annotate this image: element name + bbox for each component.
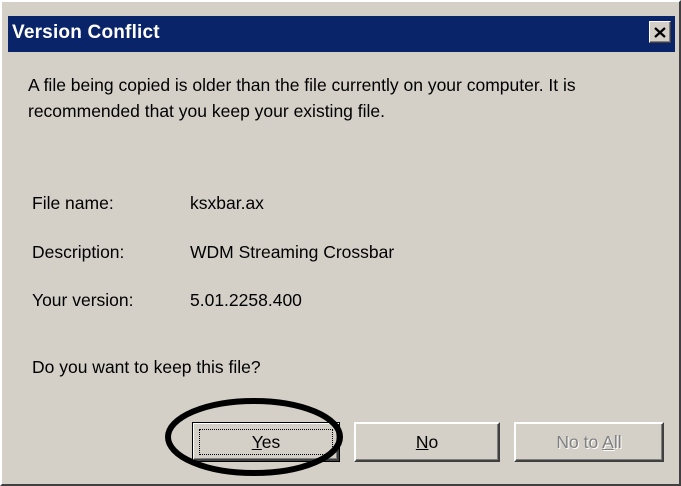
file-name-label: File name: xyxy=(32,193,114,213)
close-icon xyxy=(654,26,666,38)
version-label: Your version: xyxy=(32,290,134,310)
no-button-label: No xyxy=(415,431,439,452)
version-value: 5.01.2258.400 xyxy=(190,290,302,310)
description-label: Description: xyxy=(32,242,125,262)
no-button[interactable]: No xyxy=(354,422,500,462)
no-to-all-button-label: No to All xyxy=(556,431,622,452)
dialog-title: Version Conflict xyxy=(12,22,160,43)
close-button[interactable] xyxy=(649,21,671,43)
version-conflict-dialog: Version Conflict A file being copied is … xyxy=(0,0,681,486)
keep-file-question: Do you want to keep this file? xyxy=(32,357,261,377)
yes-button[interactable]: Yes xyxy=(192,422,340,462)
conflict-message: A file being copied is older than the fi… xyxy=(28,75,576,121)
title-bar[interactable]: Version Conflict xyxy=(8,16,675,52)
focus-rectangle xyxy=(199,429,333,455)
description-value: WDM Streaming Crossbar xyxy=(190,242,395,262)
no-to-all-button: No to All xyxy=(514,422,664,462)
file-name-value: ksxbar.ax xyxy=(190,193,264,213)
